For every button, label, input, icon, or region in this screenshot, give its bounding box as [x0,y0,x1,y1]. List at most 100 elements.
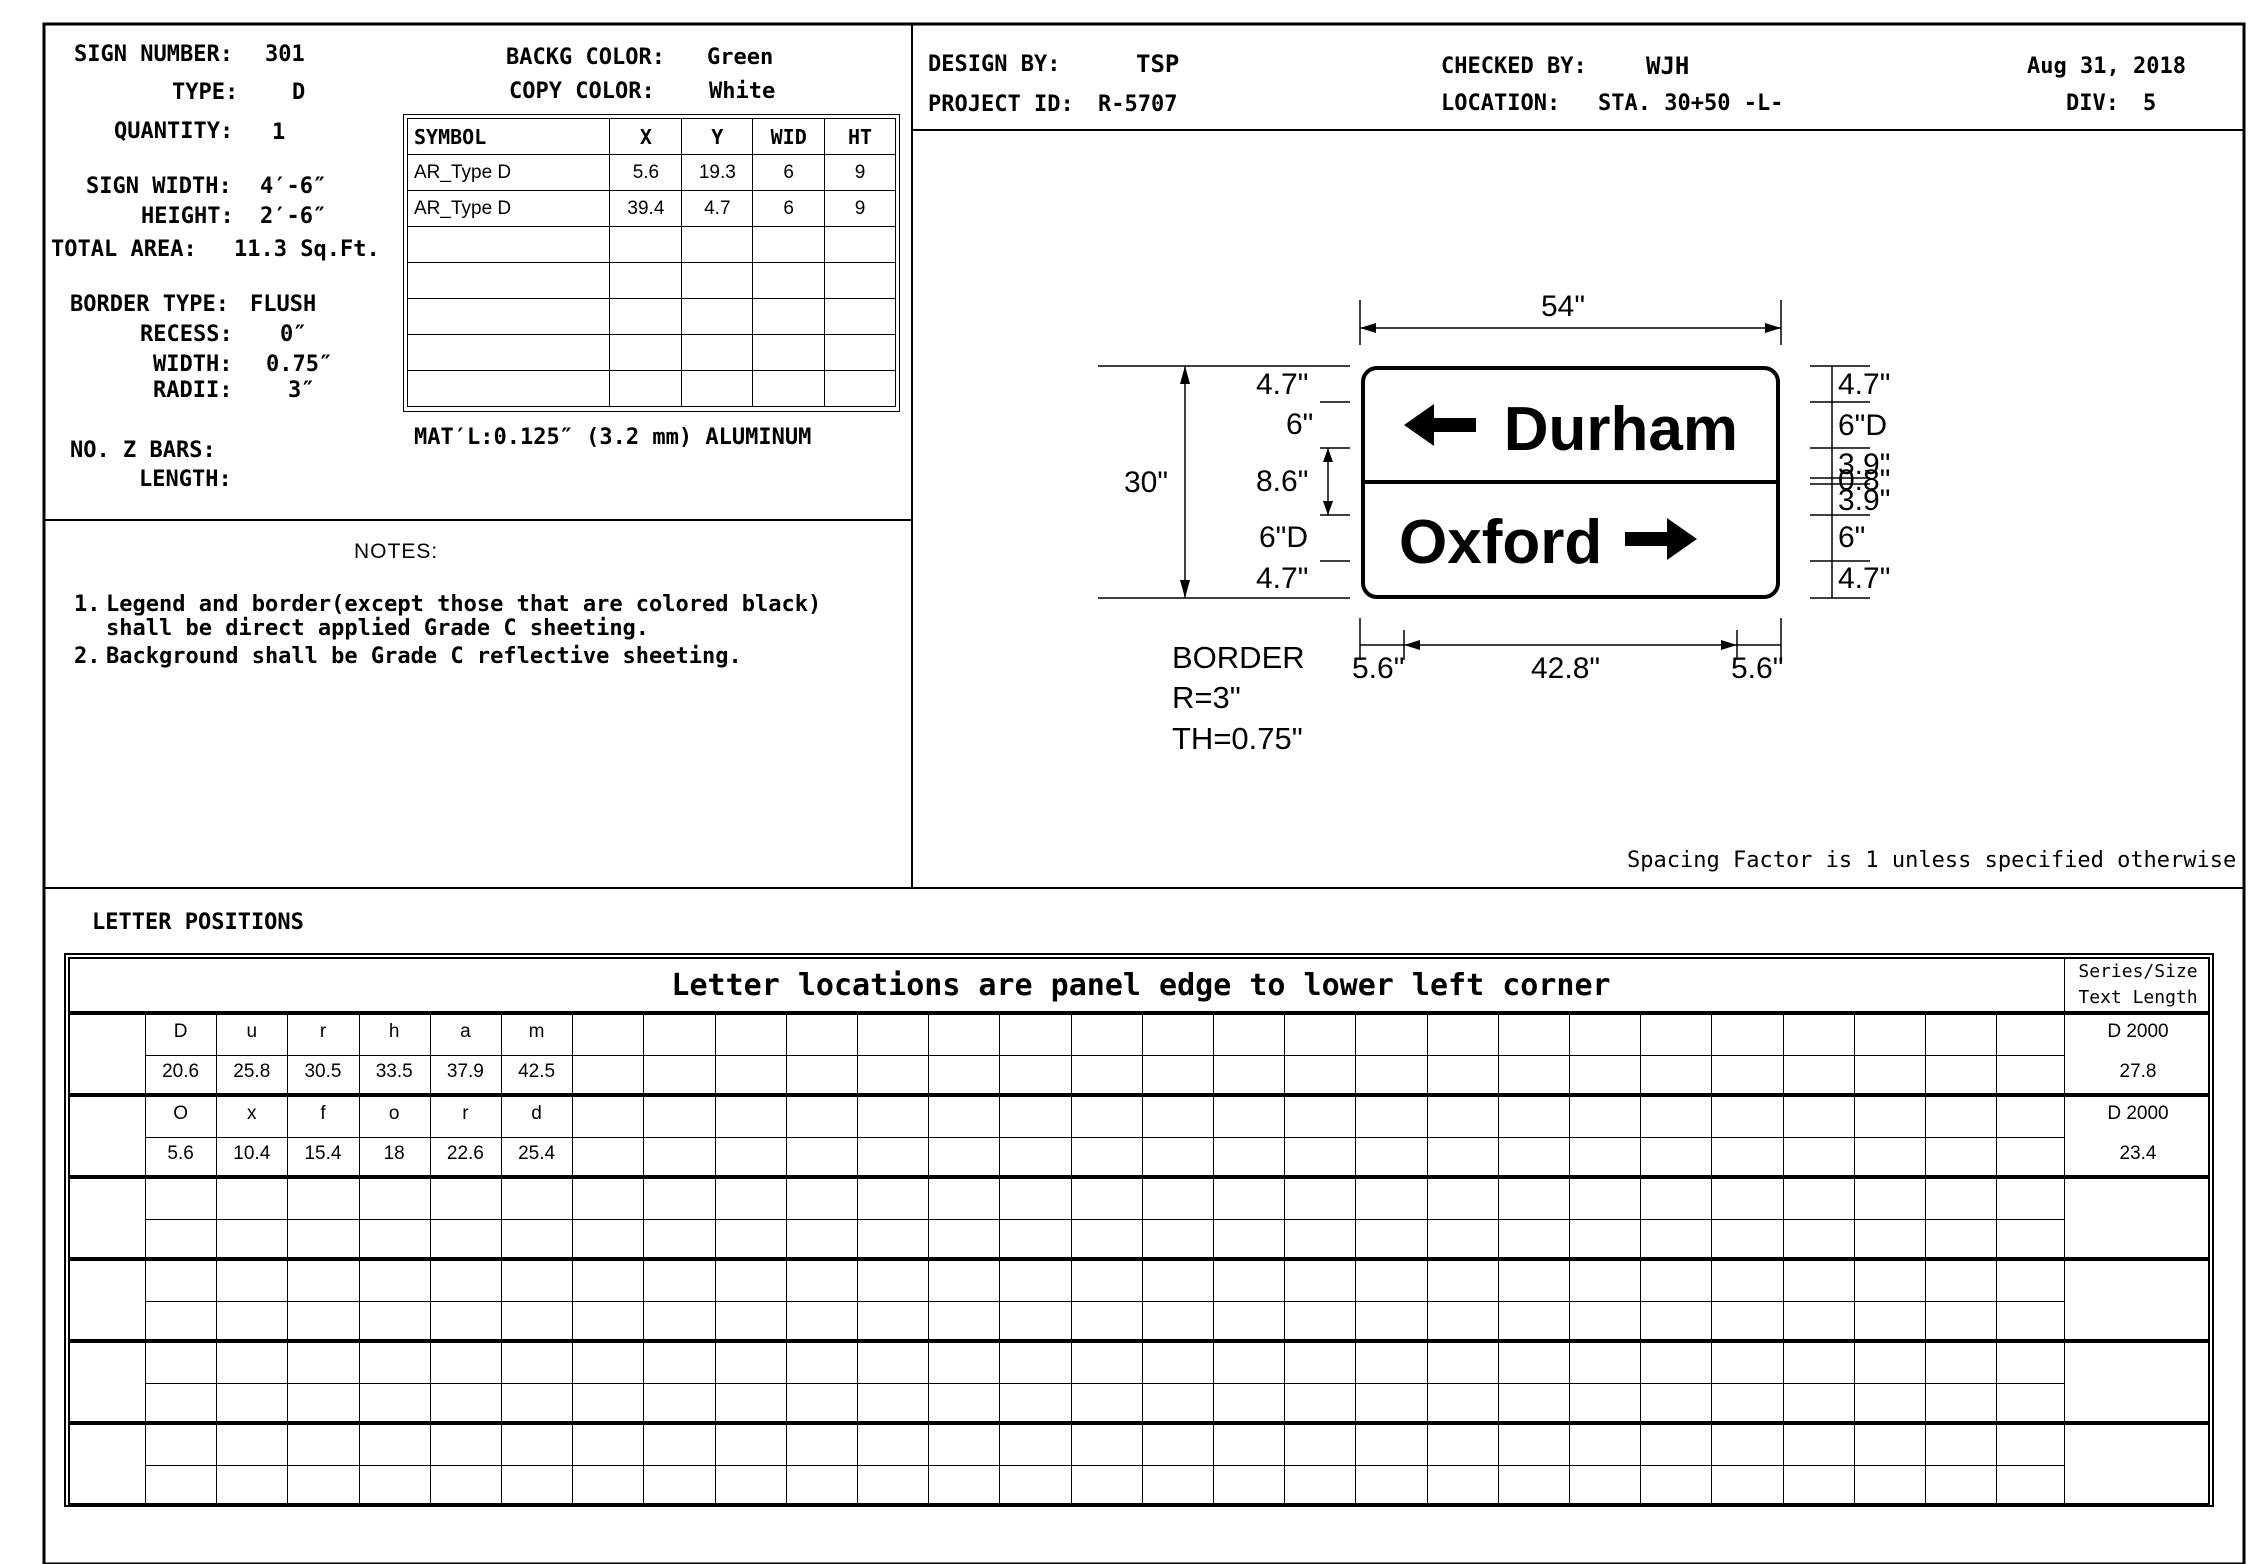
letter-column-divider [501,1425,502,1503]
letter-column-divider [1782,1343,1784,1421]
letter-column-divider [999,1015,1001,1093]
letter-cell: O [173,1103,188,1124]
letter-column-divider [1426,1179,1428,1257]
letter-column-divider [287,1343,289,1421]
letter-column-divider [714,1343,716,1421]
letter-column-divider [714,1097,716,1175]
letter-column-divider [643,1097,645,1175]
letter-column-divider [1141,1425,1143,1503]
series-size-cell: D 2000 [2107,1103,2169,1124]
dim-left-1: 4.7" [1256,368,1309,401]
dim-right-2: 6"D [1838,409,1887,442]
letter-cell: a [460,1021,471,1042]
letter-column-divider [358,1179,360,1257]
letter-column-divider [1070,1261,1072,1339]
letter-column-divider [2064,1425,2065,1503]
letter-column-divider [572,1261,574,1339]
letter-column-divider [1711,1261,1713,1339]
letter-column-divider [1284,1097,1286,1175]
letter-column-divider [287,1179,289,1257]
letter-column-divider [145,1343,146,1421]
letter-cell: d [531,1103,542,1124]
border-note-2: R=3" [1172,680,1241,715]
letter-column-divider [785,1015,787,1093]
letter-column-divider [1497,1015,1499,1093]
letter-column-divider [785,1097,787,1175]
letter-column-divider [857,1261,858,1339]
letter-column-divider [643,1425,645,1503]
letter-column-divider [1711,1097,1713,1175]
letter-column-divider [1853,1261,1855,1339]
letter-column-divider [1925,1179,1926,1257]
letter-column-divider [358,1261,360,1339]
letter-position-cell: 25.8 [233,1061,271,1082]
spacing-factor-note: Spacing Factor is 1 unless specified oth… [1627,848,2237,873]
letter-column-divider [1141,1015,1143,1093]
letter-column-divider [1996,1261,1998,1339]
text-length-cell: 27.8 [2119,1061,2157,1082]
letter-column-divider [1569,1425,1570,1503]
letter-cell: r [319,1021,327,1042]
letter-column-divider [1213,1425,1214,1503]
letter-column-divider [287,1261,289,1339]
letter-column-divider [429,1425,431,1503]
letter-column-divider [785,1261,787,1339]
letter-column-divider [1497,1343,1499,1421]
letter-column-divider [1853,1425,1855,1503]
sign-detail-sheet: SIGN NUMBER: 301 TYPE: D QUANTITY: 1 SIG… [0,0,2253,1564]
letter-column-divider [1996,1097,1998,1175]
letter-column-divider [714,1261,716,1339]
letter-column-divider [1996,1425,1998,1503]
letter-column-divider [572,1179,574,1257]
letter-column-divider [643,1261,645,1339]
letter-column-divider [287,1425,289,1503]
letter-row-midline [145,1219,2064,1220]
letter-column-divider [1355,1261,1357,1339]
letter-column-divider [1426,1343,1428,1421]
letter-position-cell: 42.5 [518,1061,556,1082]
letter-column-divider [1355,1179,1357,1257]
letter-column-divider [999,1425,1001,1503]
letter-column-divider [1853,1015,1855,1093]
letter-column-divider [714,1425,716,1503]
letter-column-divider [1213,1097,1214,1175]
letter-column-divider [999,1179,1001,1257]
letter-column-divider [857,1343,858,1421]
letter-column-divider [572,1015,574,1093]
letter-column-divider [1569,1015,1570,1093]
letter-column-divider [2064,1261,2065,1339]
letter-positions-title: LETTER POSITIONS [92,910,304,935]
letter-column-divider [1569,1343,1570,1421]
series-column-divider [2064,959,2065,1015]
letter-row [68,1259,2210,1341]
letter-column-divider [1141,1343,1143,1421]
letter-column-divider [857,1015,858,1093]
dim-right-6: 6" [1838,521,1866,554]
letter-table-title-row: Letter locations are panel edge to lower… [68,957,2210,1015]
letter-column-divider [857,1097,858,1175]
letter-column-divider [857,1179,858,1257]
letter-row: Ox f o r d 5.6 10.4 15.4 18 22.6 25.4 D 2000 23.4 [68,1095,2210,1177]
letter-column-divider [1996,1015,1998,1093]
letter-column-divider [1213,1343,1214,1421]
letter-row-midline [145,1137,2064,1138]
letter-column-divider [501,1179,502,1257]
letter-column-divider [857,1425,858,1503]
letter-column-divider [429,1179,431,1257]
letter-column-divider [1640,1425,1642,1503]
letter-column-divider [714,1179,716,1257]
letter-column-divider [1640,1097,1642,1175]
letter-column-divider [1640,1179,1642,1257]
letter-column-divider [928,1343,930,1421]
text-length-cell: 23.4 [2119,1143,2157,1164]
letter-column-divider [1569,1261,1570,1339]
letter-column-divider [643,1179,645,1257]
letter-column-divider [1355,1015,1357,1093]
letter-position-cell: 15.4 [304,1143,342,1164]
letter-position-cell: 33.5 [375,1061,413,1082]
letter-row [68,1341,2210,1423]
letter-column-divider [643,1343,645,1421]
letter-column-divider [358,1343,360,1421]
letter-column-divider [643,1015,645,1093]
letter-column-divider [1640,1261,1642,1339]
